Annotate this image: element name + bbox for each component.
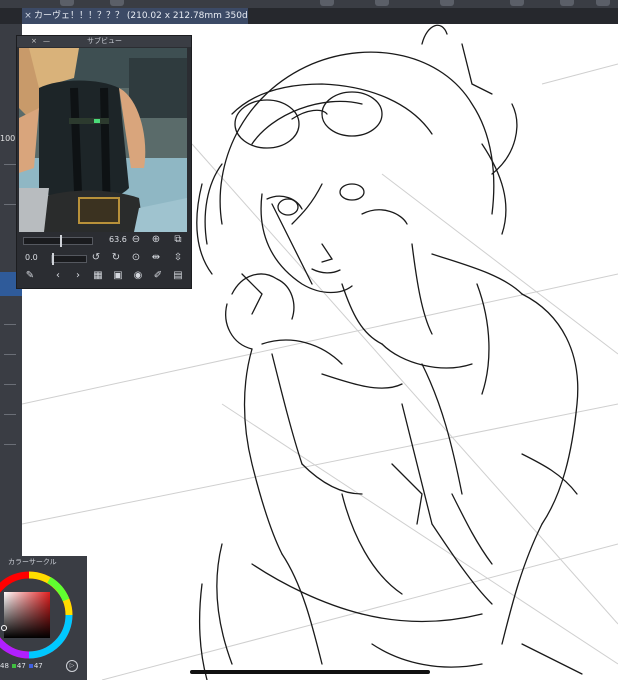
divider bbox=[4, 354, 16, 355]
tool-icon[interactable] bbox=[60, 0, 74, 6]
eyedropper-icon[interactable]: ✎ bbox=[23, 269, 37, 283]
divider bbox=[4, 204, 16, 205]
divider bbox=[4, 384, 16, 385]
divider bbox=[4, 444, 16, 445]
top-toolbar bbox=[0, 0, 618, 8]
zoom-slider[interactable] bbox=[23, 235, 93, 247]
tool-icon[interactable] bbox=[440, 0, 454, 6]
camera-icon[interactable]: ◉ bbox=[131, 269, 145, 283]
tool-icon[interactable] bbox=[110, 0, 124, 6]
document-tab-title: カーヴェ！！！？？？ (210.02 x 212.78mm 350dpi 128… bbox=[34, 11, 248, 21]
add-image-icon[interactable]: ▣ bbox=[111, 269, 125, 283]
color-values: 48 47 47 bbox=[0, 662, 43, 670]
tool-icon[interactable] bbox=[510, 0, 524, 6]
fit-icon[interactable]: ⧉ bbox=[171, 233, 185, 247]
close-panel-icon[interactable]: × bbox=[31, 36, 37, 47]
rotate-reset-icon[interactable]: ⊙ bbox=[129, 251, 143, 265]
color-b-value: 47 bbox=[33, 662, 43, 670]
home-indicator bbox=[190, 670, 430, 674]
next-icon[interactable]: › bbox=[71, 269, 85, 283]
rotate-right-icon[interactable]: ↻ bbox=[109, 251, 123, 265]
color-g-value: 47 bbox=[16, 662, 26, 670]
subview-titlebar[interactable]: × — サブビュー bbox=[17, 36, 191, 47]
divider bbox=[4, 414, 16, 415]
trash-icon[interactable]: ▤ bbox=[171, 269, 185, 283]
blue-swatch bbox=[28, 664, 33, 668]
rotate-value: 0.0 bbox=[25, 253, 38, 262]
reference-image[interactable] bbox=[19, 48, 187, 232]
tool-icon[interactable] bbox=[560, 0, 574, 6]
tool-icon[interactable] bbox=[320, 0, 334, 6]
tool-icon[interactable] bbox=[375, 0, 389, 6]
divider bbox=[4, 164, 16, 165]
left-strip-value: 100 bbox=[0, 134, 16, 143]
flip-horizontal-icon[interactable]: ⇹ bbox=[149, 251, 163, 265]
flip-vertical-icon[interactable]: ⇳ bbox=[171, 251, 185, 265]
divider bbox=[4, 324, 16, 325]
zoom-value: 63.6 bbox=[109, 235, 127, 244]
color-circle-panel: カラーサークル 48 47 47 ▷ bbox=[0, 556, 87, 680]
rotate-slider-knob[interactable] bbox=[52, 253, 54, 265]
reference-image-art bbox=[19, 48, 187, 232]
color-wheel[interactable] bbox=[0, 570, 74, 660]
green-swatch bbox=[11, 664, 16, 668]
rotate-left-icon[interactable]: ↺ bbox=[89, 251, 103, 265]
rotate-slider[interactable] bbox=[51, 253, 87, 265]
color-r-value: 48 bbox=[0, 662, 9, 670]
zoom-slider-knob[interactable] bbox=[60, 235, 62, 247]
tool-icon[interactable] bbox=[596, 0, 610, 6]
minimize-panel-icon[interactable]: — bbox=[43, 36, 50, 47]
grid-icon[interactable]: ▦ bbox=[91, 269, 105, 283]
zoom-out-icon[interactable]: ⊖ bbox=[129, 233, 143, 247]
subview-title: サブビュー bbox=[87, 37, 122, 45]
document-tab[interactable]: ×カーヴェ！！！？？？ (210.02 x 212.78mm 350dpi 12… bbox=[22, 8, 248, 24]
edit-icon[interactable]: ✐ bbox=[151, 269, 165, 283]
color-panel-title: カラーサークル bbox=[8, 558, 57, 566]
previous-icon[interactable]: ‹ bbox=[51, 269, 65, 283]
close-tab-icon[interactable]: × bbox=[22, 8, 34, 24]
color-mode-icon[interactable]: ▷ bbox=[66, 660, 78, 672]
subview-panel: × — サブビュー 63.6 ⊖ ⊕ ⧉ 0.0 ↺ ↻ ⊙ ⇹ ⇳ ✎ ‹ ›… bbox=[16, 35, 192, 289]
zoom-in-icon[interactable]: ⊕ bbox=[149, 233, 163, 247]
